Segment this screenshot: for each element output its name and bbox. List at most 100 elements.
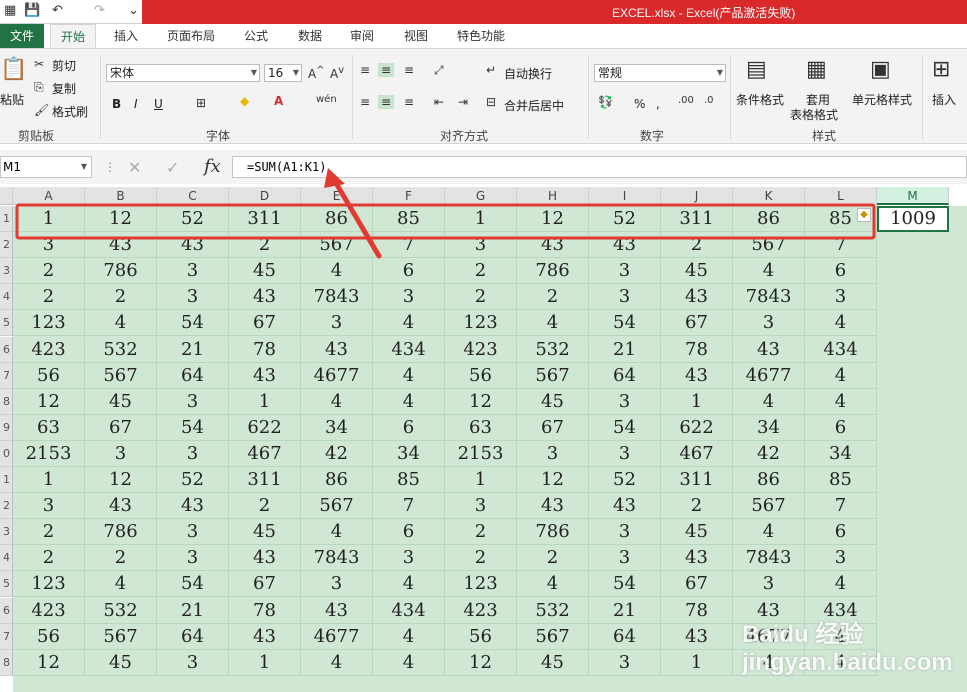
cell-c8[interactable]: 3 [157, 388, 229, 415]
row-header-15[interactable]: 5 [0, 571, 13, 598]
cell-h7[interactable]: 567 [517, 362, 589, 389]
column-header-e[interactable]: E [301, 187, 373, 205]
cell-d7[interactable]: 43 [229, 362, 301, 389]
name-box[interactable]: M1 ▼ [0, 156, 92, 178]
cell-h11[interactable]: 12 [517, 467, 589, 494]
cell-i15[interactable]: 54 [589, 571, 661, 598]
cell-a3[interactable]: 2 [13, 258, 85, 285]
cell-k2[interactable]: 567 [733, 232, 805, 259]
tab-special[interactable]: 特色功能 [450, 24, 512, 48]
cell-a5[interactable]: 123 [13, 310, 85, 337]
row-header-2[interactable]: 2 [0, 232, 13, 259]
cell-i17[interactable]: 64 [589, 623, 661, 650]
cell-g17[interactable]: 56 [445, 623, 517, 650]
font-name-select[interactable]: 宋体 ▼ [106, 64, 260, 82]
cell-e18[interactable]: 4 [301, 649, 373, 676]
column-header-c[interactable]: C [157, 187, 229, 205]
currency-icon[interactable]: 💱 [598, 95, 613, 109]
cell-c13[interactable]: 3 [157, 519, 229, 546]
italic-button[interactable]: I [134, 97, 138, 111]
cell-f15[interactable]: 4 [373, 571, 445, 598]
align-bottom-icon[interactable]: ≡ [404, 63, 414, 77]
cell-g1[interactable]: 1 [445, 206, 517, 233]
cell-k8[interactable]: 4 [733, 388, 805, 415]
format-as-table-line2[interactable]: 表格格式 [790, 106, 838, 123]
cell-f3[interactable]: 6 [373, 258, 445, 285]
cell-h4[interactable]: 2 [517, 284, 589, 311]
cell-c9[interactable]: 54 [157, 414, 229, 441]
row-header-11[interactable]: 1 [0, 467, 13, 494]
column-header-m[interactable]: M [877, 187, 949, 205]
column-header-g[interactable]: G [445, 187, 517, 205]
row-header-9[interactable]: 9 [0, 414, 13, 441]
cell-i11[interactable]: 52 [589, 467, 661, 494]
cell-g16[interactable]: 423 [445, 597, 517, 624]
cell-j7[interactable]: 43 [661, 362, 733, 389]
cell-g5[interactable]: 123 [445, 310, 517, 337]
column-header-b[interactable]: B [85, 187, 157, 205]
cell-a18[interactable]: 12 [13, 649, 85, 676]
number-format-select[interactable]: 常规 ▼ [594, 64, 726, 82]
cell-g7[interactable]: 56 [445, 362, 517, 389]
cell-l11[interactable]: 85 [805, 467, 877, 494]
cell-b17[interactable]: 567 [85, 623, 157, 650]
cell-j10[interactable]: 467 [661, 440, 733, 467]
row-header-13[interactable]: 3 [0, 519, 13, 546]
tab-insert[interactable]: 插入 [106, 24, 146, 48]
cell-styles-button[interactable]: 单元格样式 [852, 91, 912, 108]
align-left-icon[interactable]: ≡ [360, 95, 370, 109]
cell-f10[interactable]: 34 [373, 440, 445, 467]
cell-l13[interactable]: 6 [805, 519, 877, 546]
cell-e17[interactable]: 4677 [301, 623, 373, 650]
cell-k10[interactable]: 42 [733, 440, 805, 467]
cell-e7[interactable]: 4677 [301, 362, 373, 389]
cell-l10[interactable]: 34 [805, 440, 877, 467]
tab-data[interactable]: 数据 [290, 24, 330, 48]
cell-l3[interactable]: 6 [805, 258, 877, 285]
cell-f13[interactable]: 6 [373, 519, 445, 546]
cell-h3[interactable]: 786 [517, 258, 589, 285]
cell-l9[interactable]: 6 [805, 414, 877, 441]
cell-f6[interactable]: 434 [373, 336, 445, 363]
cell-c1[interactable]: 52 [157, 206, 229, 233]
cell-h5[interactable]: 4 [517, 310, 589, 337]
cell-f8[interactable]: 4 [373, 388, 445, 415]
cell-a11[interactable]: 1 [13, 467, 85, 494]
row-header-8[interactable]: 8 [0, 388, 13, 415]
cell-j12[interactable]: 2 [661, 493, 733, 520]
cell-e8[interactable]: 4 [301, 388, 373, 415]
cell-f1[interactable]: 85 [373, 206, 445, 233]
cell-f9[interactable]: 6 [373, 414, 445, 441]
cell-k13[interactable]: 4 [733, 519, 805, 546]
tab-review[interactable]: 审阅 [342, 24, 382, 48]
column-header-a[interactable]: A [13, 187, 85, 205]
cell-j15[interactable]: 67 [661, 571, 733, 598]
cell-g18[interactable]: 12 [445, 649, 517, 676]
cell-g3[interactable]: 2 [445, 258, 517, 285]
paste-icon[interactable]: 📋 [0, 57, 27, 82]
row-header-17[interactable]: 7 [0, 623, 13, 650]
cell-e4[interactable]: 7843 [301, 284, 373, 311]
cell-c7[interactable]: 64 [157, 362, 229, 389]
cell-a9[interactable]: 63 [13, 414, 85, 441]
cell-d14[interactable]: 43 [229, 545, 301, 572]
cell-j6[interactable]: 78 [661, 336, 733, 363]
column-header-f[interactable]: F [373, 187, 445, 205]
merge-center-button[interactable]: 合并后居中 [504, 97, 564, 114]
cell-l6[interactable]: 434 [805, 336, 877, 363]
cell-b9[interactable]: 67 [85, 414, 157, 441]
cell-h15[interactable]: 4 [517, 571, 589, 598]
row-header-10[interactable]: 0 [0, 440, 13, 467]
cell-g2[interactable]: 3 [445, 232, 517, 259]
cell-e12[interactable]: 567 [301, 493, 373, 520]
row-header-1[interactable]: 1 [0, 206, 13, 233]
cell-d3[interactable]: 45 [229, 258, 301, 285]
cell-b7[interactable]: 567 [85, 362, 157, 389]
insert-cells-button[interactable]: 插入 [932, 91, 956, 108]
cell-j9[interactable]: 622 [661, 414, 733, 441]
cell-i18[interactable]: 3 [589, 649, 661, 676]
cell-l5[interactable]: 4 [805, 310, 877, 337]
cell-f11[interactable]: 85 [373, 467, 445, 494]
cell-h17[interactable]: 567 [517, 623, 589, 650]
cell-k3[interactable]: 4 [733, 258, 805, 285]
